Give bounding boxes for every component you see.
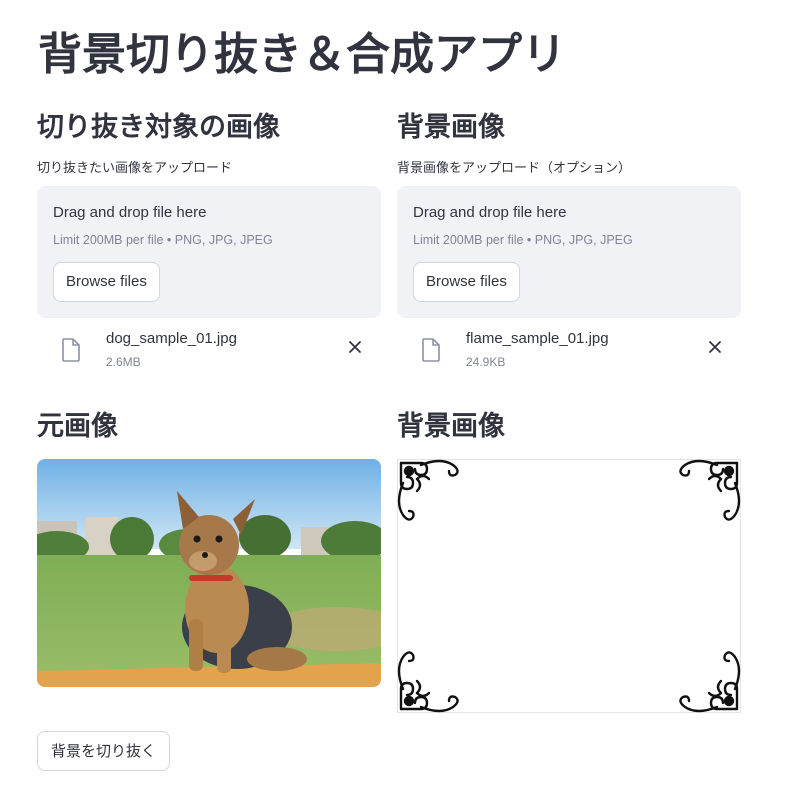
background-uploader-label: 背景画像をアップロード（オプション） [397, 161, 632, 176]
cutout-uploader-section: 切り抜き対象の画像 切り抜きたい画像をアップロード Drag and drop … [37, 106, 381, 382]
dropzone-limit-text: Limit 200MB per file • PNG, JPG, JPEG [53, 233, 273, 247]
dropzone-limit-text: Limit 200MB per file • PNG, JPG, JPEG [413, 233, 633, 247]
cutout-dropzone[interactable]: Drag and drop file here Limit 200MB per … [37, 186, 381, 318]
background-uploader-section: 背景画像 背景画像をアップロード（オプション） Drag and drop fi… [397, 106, 741, 382]
browse-files-button[interactable]: Browse files [413, 262, 520, 302]
original-image-heading: 元画像 [37, 411, 118, 442]
file-name: dog_sample_01.jpg [106, 330, 237, 347]
file-size: 2.6MB [106, 355, 141, 369]
file-icon [422, 338, 440, 362]
cutout-background-button[interactable]: 背景を切り抜く [37, 731, 171, 771]
background-heading: 背景画像 [397, 112, 505, 143]
dropzone-instructions: Drag and drop file here [53, 204, 207, 221]
browse-files-button[interactable]: Browse files [53, 262, 160, 302]
close-icon[interactable] [706, 338, 724, 356]
uploaded-file-row: dog_sample_01.jpg 2.6MB [37, 318, 381, 382]
original-image-section: 元画像 [37, 405, 381, 687]
file-name: flame_sample_01.jpg [466, 330, 609, 347]
file-size: 24.9KB [466, 355, 506, 369]
cutout-heading: 切り抜き対象の画像 [37, 112, 280, 143]
background-image-heading: 背景画像 [397, 411, 505, 442]
dropzone-instructions: Drag and drop file here [413, 204, 567, 221]
background-dropzone[interactable]: Drag and drop file here Limit 200MB per … [397, 186, 741, 318]
original-image [37, 459, 381, 687]
background-image-section: 背景画像 [397, 405, 741, 713]
close-icon[interactable] [346, 338, 364, 356]
file-icon [62, 338, 80, 362]
cutout-uploader-label: 切り抜きたい画像をアップロード [37, 161, 233, 176]
background-image [397, 459, 741, 713]
app-title: 背景切り抜き＆合成アプリ [38, 29, 566, 80]
uploaded-file-row: flame_sample_01.jpg 24.9KB [397, 318, 741, 382]
